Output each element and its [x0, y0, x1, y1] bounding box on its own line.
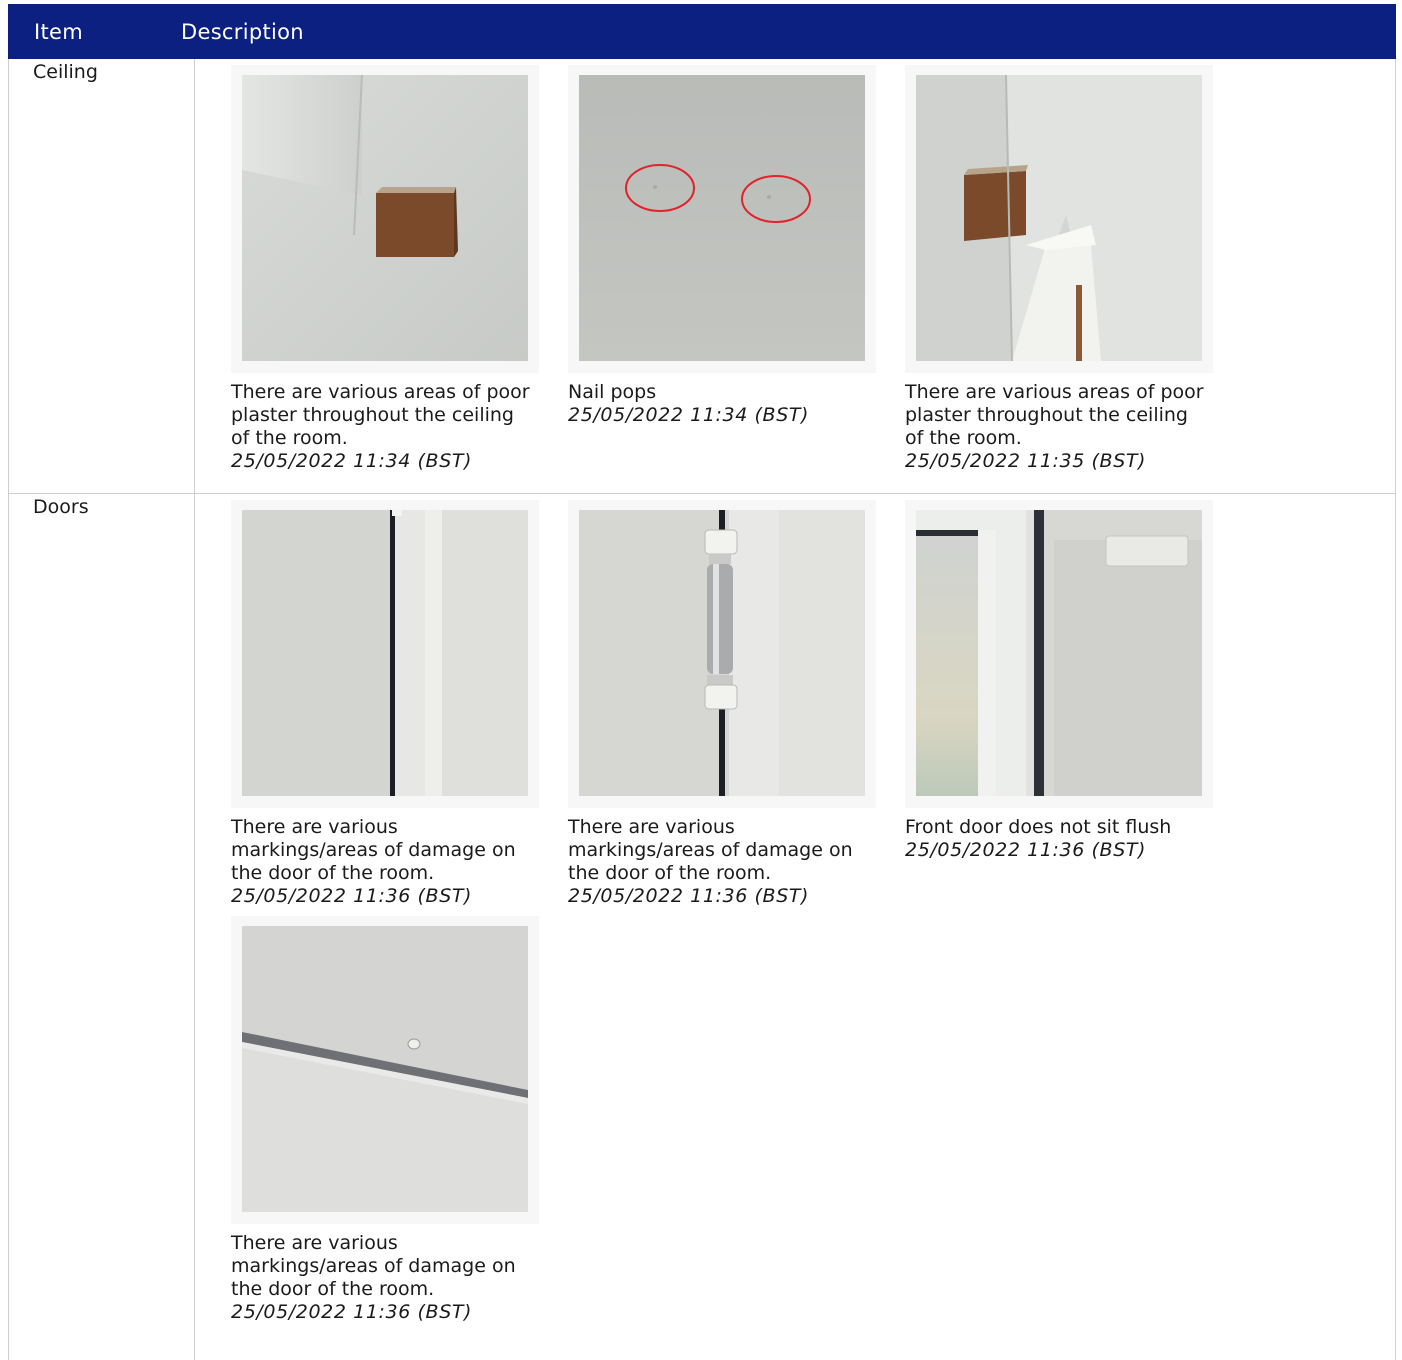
photo-card: There are various markings/areas of dama…: [231, 916, 539, 1324]
photo-image: [242, 75, 528, 361]
photo-caption: There are various markings/areas of dama…: [568, 816, 853, 884]
photo-ceiling-nail-pops-circled[interactable]: [579, 75, 865, 361]
photo-card: Nail pops 25/05/2022 11:34 (BST): [568, 65, 876, 493]
photo-card: There are various areas of poor plaster …: [231, 65, 539, 493]
photo-door-top-edge[interactable]: [242, 926, 528, 1212]
header-description: Description: [181, 19, 304, 44]
photo-frame[interactable]: [231, 65, 539, 373]
photo-image: [916, 510, 1202, 796]
photo-door-hinge[interactable]: [579, 510, 865, 796]
description-cell: There are various areas of poor plaster …: [195, 59, 1395, 493]
photo-timestamp: 25/05/2022 11:36 (BST): [231, 1301, 473, 1323]
photo-image: [242, 926, 528, 1212]
table-header: Item Description: [8, 4, 1396, 59]
photo-caption: Front door does not sit flush: [905, 816, 1172, 838]
photo-image: [916, 75, 1202, 361]
photo-caption: There are various areas of poor plaster …: [231, 381, 530, 449]
photo-timestamp: 25/05/2022 11:34 (BST): [231, 450, 473, 472]
photo-card: There are various areas of poor plaster …: [905, 65, 1213, 493]
photo-caption: Nail pops: [568, 381, 657, 403]
photo-frame[interactable]: [231, 500, 539, 808]
item-label: Ceiling: [9, 59, 195, 493]
section-row-ceiling: Ceiling There are various areas of poor …: [8, 59, 1396, 494]
photo-image: [579, 510, 865, 796]
photo-timestamp: 25/05/2022 11:36 (BST): [568, 885, 810, 907]
photo-front-door-frame[interactable]: [916, 510, 1202, 796]
report-table: Item Description Ceiling There are vario…: [8, 4, 1396, 1360]
photo-frame[interactable]: [905, 65, 1213, 373]
photo-timestamp: 25/05/2022 11:36 (BST): [231, 885, 473, 907]
photo-timestamp: 25/05/2022 11:34 (BST): [568, 404, 810, 426]
photo-frame[interactable]: [905, 500, 1213, 808]
photo-frame[interactable]: [231, 916, 539, 1224]
item-label: Doors: [9, 494, 195, 1360]
photo-timestamp: 25/05/2022 11:36 (BST): [905, 839, 1147, 861]
header-item: Item: [34, 19, 84, 44]
photo-image: [579, 75, 865, 361]
photo-frame[interactable]: [568, 500, 876, 808]
photo-card: There are various markings/areas of dama…: [231, 500, 539, 908]
photo-frame[interactable]: [568, 65, 876, 373]
photo-caption: There are various markings/areas of dama…: [231, 1232, 516, 1300]
description-cell: There are various markings/areas of dama…: [195, 494, 1395, 1360]
photo-timestamp: 25/05/2022 11:35 (BST): [905, 450, 1147, 472]
photo-card: Front door does not sit flush 25/05/2022…: [905, 500, 1213, 908]
photo-image: [242, 510, 528, 796]
photo-door-edge-gap[interactable]: [242, 510, 528, 796]
photo-ceiling-wood-block-corner[interactable]: [916, 75, 1202, 361]
photo-ceiling-wood-block[interactable]: [242, 75, 528, 361]
photo-card: There are various markings/areas of dama…: [568, 500, 876, 908]
section-row-doors: Doors There are various markings/areas o…: [8, 494, 1396, 1360]
photo-caption: There are various markings/areas of dama…: [231, 816, 516, 884]
photo-caption: There are various areas of poor plaster …: [905, 381, 1204, 449]
